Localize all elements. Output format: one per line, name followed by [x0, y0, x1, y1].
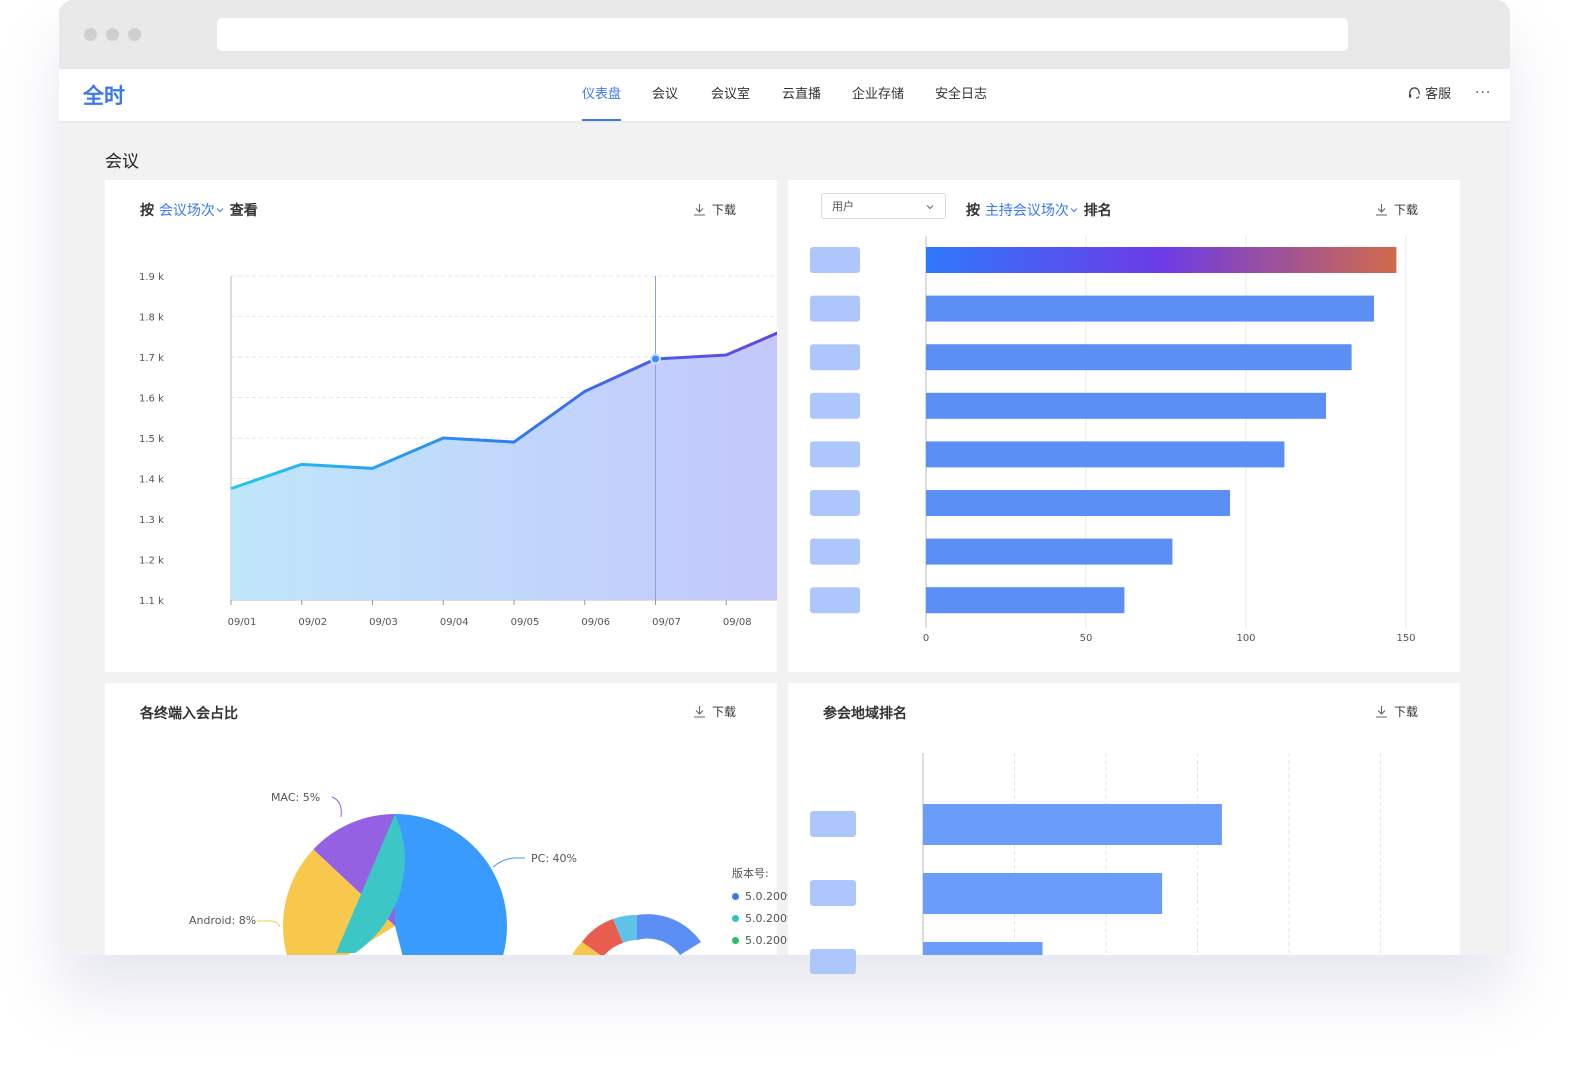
y-tick-label: 1.1 k	[139, 596, 164, 607]
bar-label-placeholder	[810, 538, 860, 565]
x-tick-label: 09/04	[440, 617, 469, 628]
bar[interactable]	[926, 538, 1173, 565]
pie-label: Android: 8%	[189, 914, 256, 927]
terminal-pie-chart: PC: 40% MAC: 5% Android: 8% 版本号:	[189, 791, 769, 955]
quanshi-logo[interactable]: 全时	[83, 81, 131, 109]
bar[interactable]	[926, 344, 1352, 371]
window-dot[interactable]	[106, 28, 119, 41]
bar-label-placeholder	[810, 247, 860, 273]
bar[interactable]	[926, 247, 1397, 273]
customer-service-button[interactable]: 客服	[1408, 69, 1451, 121]
data-point[interactable]	[650, 353, 661, 365]
region-label-placeholder	[810, 949, 856, 974]
x-tick-label: 09/06	[581, 617, 610, 628]
host-ranking-card: 用户 按 主持会议场次 排名 下载 0 50 100 150	[788, 180, 1460, 672]
bar[interactable]	[923, 873, 1163, 914]
x-tick-label: 09/07	[652, 617, 681, 628]
bar-label-placeholder	[810, 441, 860, 468]
customer-service-label: 客服	[1425, 87, 1452, 102]
bar-label-placeholder	[810, 295, 860, 322]
pie-slice[interactable]	[395, 814, 507, 955]
x-tick-label: 09/05	[511, 617, 540, 628]
x-tick-label: 09/02	[298, 617, 327, 628]
nav-security-log[interactable]: 安全日志	[935, 69, 987, 121]
x-tick-label: 09/03	[369, 617, 398, 628]
leader-line	[492, 857, 525, 868]
window-dot[interactable]	[84, 28, 97, 41]
bar[interactable]	[923, 942, 1043, 955]
bar-label-placeholder	[810, 344, 860, 371]
pie-label: MAC: 5%	[271, 791, 320, 804]
headset-icon	[1408, 87, 1420, 99]
x-tick-label: 09/08	[723, 617, 752, 628]
bar[interactable]	[923, 804, 1222, 845]
y-tick-label: 1.6 k	[139, 394, 164, 405]
nav-meeting-rooms[interactable]: 会议室	[711, 69, 750, 121]
window-dot[interactable]	[128, 28, 141, 41]
x-tick-label: 100	[1236, 633, 1255, 644]
leader-line	[257, 920, 281, 928]
browser-window: 全时 仪表盘 会议 会议室 云直播 企业存储 安全日志 客服 ··· 会议 按 …	[59, 0, 1510, 955]
nav-dashboard[interactable]: 仪表盘	[582, 69, 622, 121]
nav-enterprise-storage[interactable]: 企业存储	[852, 69, 904, 121]
bar[interactable]	[926, 295, 1374, 322]
legend-dot	[732, 915, 739, 922]
meeting-trend-card: 按 会议场次 查看 下载 1.1 k1.2 k1.3 k1.4 k1.5	[105, 180, 777, 672]
y-tick-label: 1.2 k	[139, 556, 164, 567]
leader-line	[331, 796, 342, 818]
top-navigation: 全时 仪表盘 会议 会议室 云直播 企业存储 安全日志 客服 ···	[59, 69, 1510, 121]
bar-label-placeholder	[810, 392, 860, 419]
y-tick-label: 1.9 k	[139, 272, 164, 283]
region-ranking-card: 参会地域排名 下载	[788, 683, 1460, 955]
terminal-share-card: 各终端入会占比 下载 PC: 40% MAC: 5% Android: 8% 版…	[105, 683, 822, 955]
region-bar-chart	[810, 753, 1381, 955]
pie-label: PC: 40%	[531, 852, 577, 865]
bar[interactable]	[926, 441, 1285, 468]
nav-live-stream[interactable]: 云直播	[782, 69, 821, 121]
x-tick-label: 150	[1396, 633, 1415, 644]
more-icon[interactable]: ···	[1475, 69, 1491, 121]
bar-label-placeholder	[810, 587, 860, 614]
y-tick-label: 1.3 k	[139, 515, 164, 526]
version-legend-title: 版本号:	[732, 866, 769, 880]
x-tick-label: 09/01	[228, 617, 257, 628]
legend-dot	[732, 893, 739, 900]
ranking-bar-chart: 0 50 100 150	[810, 236, 1416, 644]
legend-dot	[732, 937, 739, 944]
bar[interactable]	[926, 490, 1230, 516]
browser-chrome	[59, 0, 1510, 69]
area-fill	[231, 333, 777, 600]
y-tick-label: 1.4 k	[139, 475, 164, 486]
line-chart: 1.1 k 1.2 k 1.3 k 1.4 k 1.5 k 1.6 k 1.7 k 1.8 k…	[139, 272, 777, 628]
bar-label-placeholder	[810, 880, 856, 906]
donut-segment	[637, 914, 701, 955]
x-tick-label: 0	[923, 633, 929, 644]
svg-text:全时: 全时	[83, 84, 125, 108]
address-bar[interactable]	[217, 18, 1348, 51]
bar[interactable]	[926, 392, 1326, 419]
bar-label-placeholder	[810, 811, 856, 837]
y-tick-label: 1.5 k	[139, 434, 164, 445]
y-tick-label: 1.8 k	[139, 313, 164, 324]
bar[interactable]	[926, 587, 1125, 614]
nav-meetings[interactable]: 会议	[652, 69, 678, 121]
bar-label-placeholder	[810, 490, 860, 516]
x-tick-label: 50	[1080, 633, 1093, 644]
y-tick-label: 1.7 k	[139, 353, 164, 364]
page-title: 会议	[105, 152, 139, 172]
